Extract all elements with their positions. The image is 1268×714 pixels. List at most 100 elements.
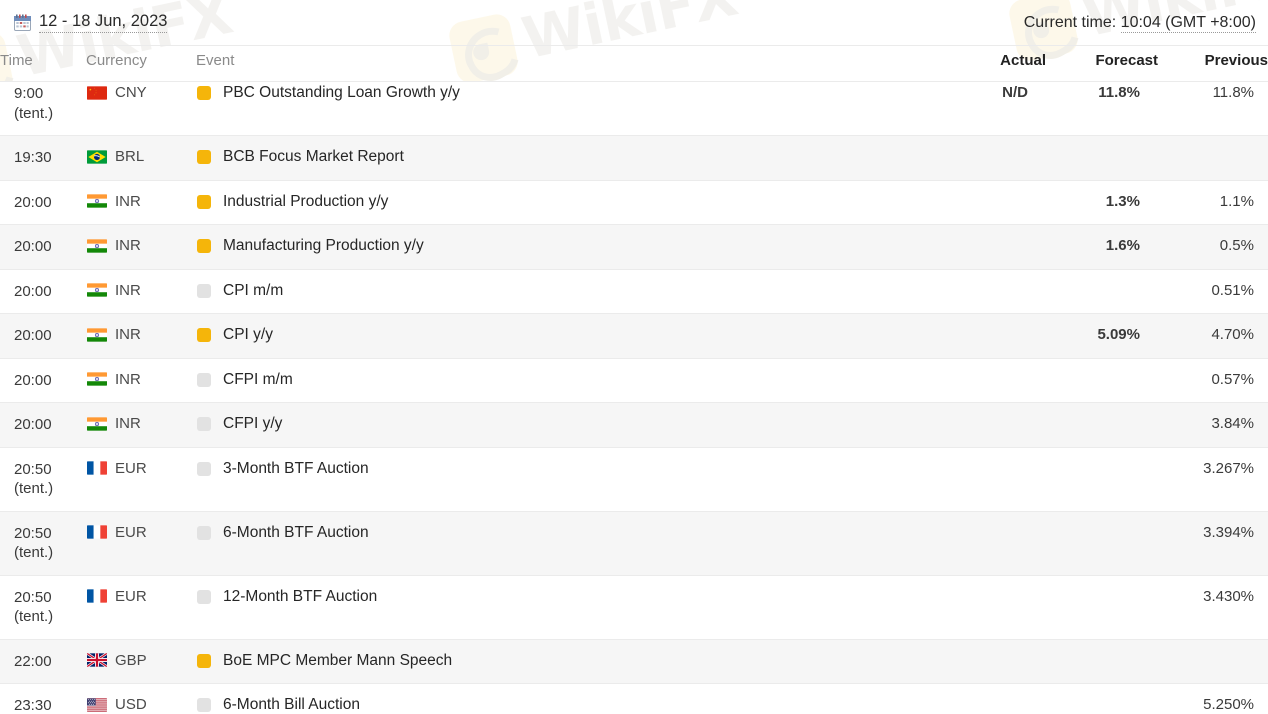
currency-code: CNY — [115, 84, 147, 101]
cell-currency: INR — [86, 269, 196, 314]
event-name[interactable]: Manufacturing Production y/y — [223, 237, 424, 255]
flag-brazil-icon — [87, 149, 107, 164]
impact-indicator-low — [197, 525, 211, 540]
impact-indicator-med — [197, 194, 211, 209]
flag-france-icon — [87, 461, 107, 475]
cell-event: BoE MPC Member Mann Speech — [196, 639, 936, 684]
date-range-picker[interactable]: 12 - 18 Jun, 2023 — [14, 12, 168, 33]
current-time-value: 10:04 (GMT +8:00) — [1120, 13, 1256, 33]
cell-time: 20:50 (tent.) — [0, 447, 86, 512]
cell-forecast — [1046, 402, 1158, 448]
currency-code: EUR — [115, 523, 147, 541]
currency-code: INR — [115, 326, 141, 343]
flag-india-icon — [87, 416, 107, 431]
currency-code: EUR — [115, 459, 147, 477]
flag-france-icon — [87, 589, 107, 603]
event-name[interactable]: CPI m/m — [223, 282, 283, 300]
cell-currency: USD — [86, 683, 196, 714]
table-body: 9:00 (tent.) CNY PBC Outstanding Loan Growt… — [0, 81, 1268, 714]
column-header-forecast[interactable]: Forecast — [1046, 45, 1158, 82]
cell-previous: 3.84% — [1158, 402, 1268, 448]
currency-code: EUR — [115, 587, 147, 605]
currency-code: USD — [115, 696, 147, 713]
table-row[interactable]: 20:50 (tent.) EUR 6-Month BTF Auction 3.394% — [0, 511, 1268, 576]
table-row[interactable]: 23:30 USD 6-Month Bill Auction 5.250% — [0, 683, 1268, 714]
cell-event: CPI m/m — [196, 269, 936, 314]
cell-time: 20:00 — [0, 269, 86, 314]
cell-time: 20:50 (tent.) — [0, 511, 86, 576]
table-row[interactable]: 9:00 (tent.) CNY PBC Outstanding Loan Growt… — [0, 81, 1268, 136]
cell-previous: 1.1% — [1158, 180, 1268, 225]
table-row[interactable]: 19:30 BRL BCB Focus Market Report — [0, 135, 1268, 181]
event-time: 20:00 — [14, 193, 52, 211]
event-name[interactable]: 3-Month BTF Auction — [223, 460, 369, 478]
column-header-event[interactable]: Event — [196, 45, 936, 82]
table-row[interactable]: 22:00 GBP BoE MPC Member Mann Speech — [0, 639, 1268, 684]
cell-previous: 0.57% — [1158, 358, 1268, 403]
cell-previous: 3.430% — [1158, 575, 1268, 640]
event-name[interactable]: 6-Month BTF Auction — [223, 524, 369, 542]
cell-forecast — [1046, 269, 1158, 314]
table-row[interactable]: 20:00 INR CFPI m/m 0.57% — [0, 358, 1268, 403]
impact-indicator-med — [197, 86, 211, 100]
cell-time: 20:00 — [0, 313, 86, 359]
flag-india-icon — [87, 194, 107, 208]
column-header-actual[interactable]: Actual — [936, 45, 1046, 82]
column-header-time[interactable]: Time — [0, 45, 86, 82]
cell-event: Manufacturing Production y/y — [196, 224, 936, 270]
event-name[interactable]: BCB Focus Market Report — [223, 148, 404, 166]
event-time: 22:00 — [14, 652, 52, 670]
cell-actual — [936, 224, 1046, 270]
flag-china-icon — [87, 85, 107, 100]
impact-indicator-low — [197, 372, 211, 387]
cell-actual — [936, 575, 1046, 640]
table-row[interactable]: 20:50 (tent.) EUR 12-Month BTF Auction 3.430… — [0, 575, 1268, 640]
cell-currency: INR — [86, 224, 196, 270]
event-name[interactable]: PBC Outstanding Loan Growth y/y — [223, 84, 460, 102]
event-time: 20:00 — [14, 371, 52, 389]
event-time: 23:30 — [14, 697, 52, 714]
event-tentative-note: (tent.) — [14, 104, 54, 122]
cell-event: CFPI m/m — [196, 358, 936, 403]
cell-currency: EUR — [86, 511, 196, 576]
table-row[interactable]: 20:00 INR CPI m/m 0.51% — [0, 269, 1268, 314]
current-time-label: Current time: — [1023, 13, 1117, 31]
cell-time: 9:00 (tent.) — [0, 81, 86, 136]
event-name[interactable]: CFPI m/m — [223, 371, 293, 389]
cell-actual: N/D — [936, 81, 1046, 136]
cell-currency: INR — [86, 180, 196, 225]
table-row[interactable]: 20:00 INR CPI y/y 5.09% 4.70% — [0, 313, 1268, 359]
header-row: Time Currency Event Actual Forecast Prev… — [0, 45, 1268, 82]
cell-previous: 3.267% — [1158, 447, 1268, 512]
cell-actual — [936, 447, 1046, 512]
table-row[interactable]: 20:00 INR CFPI y/y 3.84% — [0, 402, 1268, 448]
cell-previous: 0.51% — [1158, 269, 1268, 314]
calendar-toolbar: 12 - 18 Jun, 2023 Current time: 10:04 (G… — [0, 0, 1268, 45]
column-header-currency[interactable]: Currency — [86, 45, 196, 82]
currency-code: INR — [115, 281, 141, 299]
event-name[interactable]: CFPI y/y — [223, 415, 282, 433]
table-row[interactable]: 20:00 INR Manufacturing Production y/y 1.6%… — [0, 224, 1268, 270]
event-name[interactable]: BoE MPC Member Mann Speech — [223, 652, 452, 670]
event-name[interactable]: Industrial Production y/y — [223, 193, 388, 211]
table-row[interactable]: 20:00 INR Industrial Production y/y 1.3% 1.1… — [0, 180, 1268, 225]
event-name[interactable]: CPI y/y — [223, 326, 273, 344]
cell-forecast — [1046, 447, 1158, 512]
event-name[interactable]: 12-Month BTF Auction — [223, 588, 377, 606]
currency-code: GBP — [115, 651, 147, 669]
event-tentative-note: (tent.) — [14, 544, 54, 561]
event-name[interactable]: 6-Month Bill Auction — [223, 696, 360, 714]
cell-actual — [936, 683, 1046, 714]
cell-actual — [936, 639, 1046, 684]
cell-time: 20:00 — [0, 224, 86, 270]
column-header-previous[interactable]: Previous — [1158, 45, 1268, 82]
cell-actual — [936, 269, 1046, 314]
flag-india-icon — [87, 238, 107, 253]
event-time: 20:00 — [14, 327, 52, 344]
cell-currency: EUR — [86, 447, 196, 512]
cell-event: 6-Month BTF Auction — [196, 511, 936, 576]
table-row[interactable]: 20:50 (tent.) EUR 3-Month BTF Auction 3.267% — [0, 447, 1268, 512]
cell-time: 22:00 — [0, 639, 86, 684]
current-time: Current time: 10:04 (GMT +8:00) — [1023, 13, 1256, 33]
cell-forecast — [1046, 683, 1158, 714]
